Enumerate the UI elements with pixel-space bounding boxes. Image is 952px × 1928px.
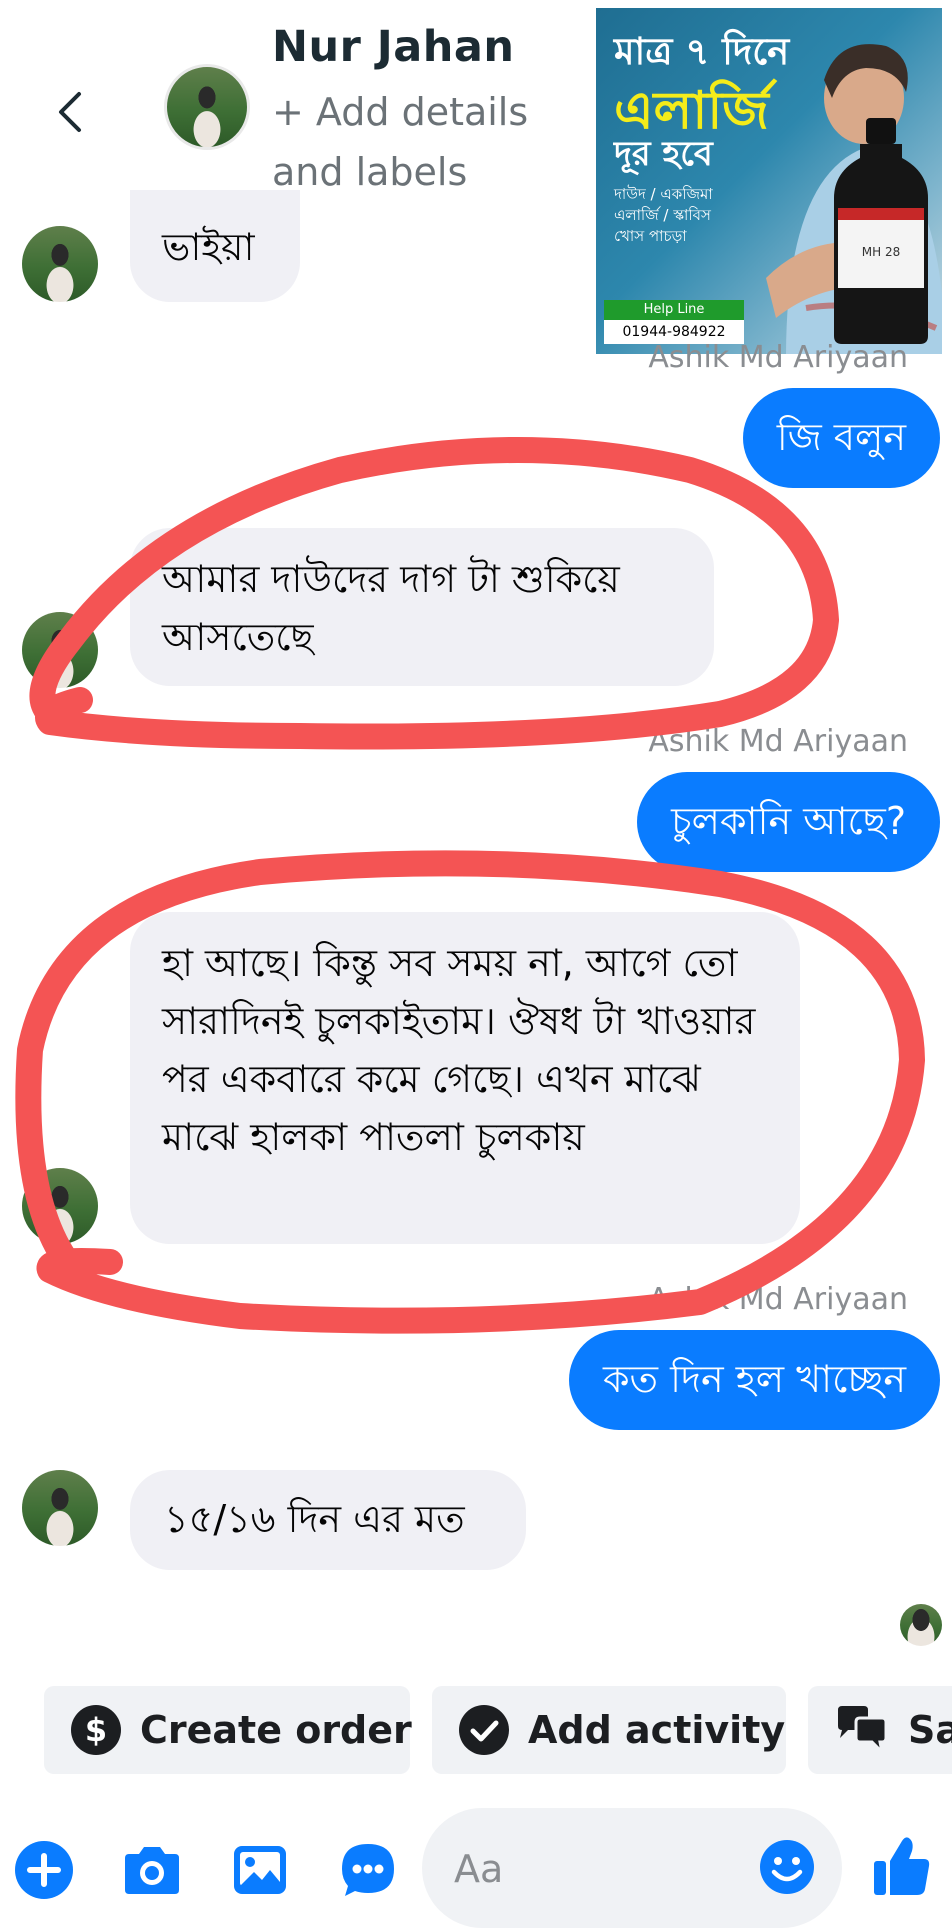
avatar[interactable] xyxy=(22,226,98,302)
more-options-button[interactable] xyxy=(336,1838,400,1902)
sender-label: Ashik Md Ariyaan xyxy=(648,724,908,759)
avatar[interactable] xyxy=(22,1470,98,1546)
ad-conditions: দাউদ / একজিমা এলার্জি / স্কাবিস খোস পাচড… xyxy=(614,185,713,245)
message-bubble-incoming[interactable]: আমার দাউদের দাগ টা শুকিয়ে আসতেছে xyxy=(130,528,714,686)
create-order-label: Create order xyxy=(140,1708,412,1752)
smiley-icon xyxy=(760,1840,814,1894)
emoji-button[interactable] xyxy=(758,1838,818,1898)
saved-replies-label: Sa xyxy=(908,1708,952,1752)
message-bubble-incoming[interactable]: ভাইয়া xyxy=(130,190,300,302)
gallery-button[interactable] xyxy=(228,1838,292,1902)
ad-banner[interactable]: মাত্র ৭ দিনে এলার্জি দূর হবে দাউদ / একজি… xyxy=(596,8,942,354)
message-bubble-incoming[interactable]: হা আছে। কিন্তু সব সময় না, আগে তো সারাদি… xyxy=(130,912,800,1244)
message-bubble-outgoing[interactable]: জি বলুন xyxy=(742,388,940,488)
contact-name[interactable]: Nur Jahan xyxy=(272,22,515,72)
message-bubble-outgoing[interactable]: কত দিন হল খাচ্ছেন xyxy=(568,1330,940,1430)
sender-label: Ashik Md Ariyaan xyxy=(648,1282,908,1317)
avatar[interactable] xyxy=(22,612,98,688)
ad-helpline-label: Help Line xyxy=(604,300,744,320)
contact-avatar[interactable] xyxy=(164,64,250,150)
chat-bubbles-icon xyxy=(838,1706,888,1756)
sender-label: Ashik Md Ariyaan xyxy=(648,340,908,375)
plus-icon xyxy=(15,1841,73,1899)
camera-icon xyxy=(125,1847,179,1894)
dollar-icon: $ xyxy=(71,1705,121,1755)
read-receipt-avatar xyxy=(900,1604,942,1646)
message-input[interactable] xyxy=(452,1838,746,1900)
medicine-bottle-image: MH 28 xyxy=(834,118,928,344)
thumbs-up-icon xyxy=(874,1837,930,1895)
saved-replies-button[interactable]: Sa xyxy=(808,1686,952,1774)
message-bubble-outgoing[interactable]: চুলকানি আছে? xyxy=(637,772,940,872)
message-composer[interactable] xyxy=(422,1808,842,1928)
bottle-label: MH 28 xyxy=(862,245,900,259)
chevron-left-icon xyxy=(59,92,81,132)
avatar[interactable] xyxy=(22,1168,98,1244)
ad-headline-3: দূর হবে xyxy=(614,134,713,174)
like-button[interactable] xyxy=(866,1830,938,1902)
create-order-button[interactable]: $ Create order xyxy=(44,1686,412,1774)
add-activity-button[interactable]: Add activity xyxy=(432,1686,786,1774)
back-button[interactable] xyxy=(40,82,100,142)
add-activity-label: Add activity xyxy=(528,1708,786,1752)
svg-text:$: $ xyxy=(85,1711,107,1749)
plus-button[interactable] xyxy=(12,1838,76,1902)
message-bubble-incoming[interactable]: ১৫/১৬ দিন এর মত xyxy=(130,1470,526,1570)
chat-dots-icon xyxy=(342,1844,394,1896)
add-details-link[interactable]: + Add details and labels xyxy=(272,82,602,202)
camera-button[interactable] xyxy=(120,1838,184,1902)
check-circle-icon xyxy=(459,1705,509,1755)
image-icon xyxy=(234,1846,286,1894)
